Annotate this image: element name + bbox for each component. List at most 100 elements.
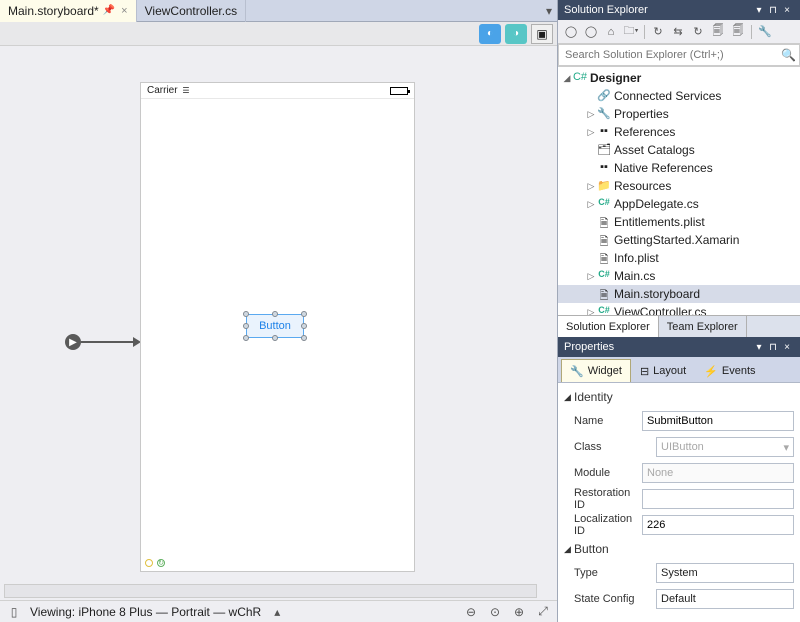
- tree-label: Designer: [590, 71, 641, 85]
- device-content[interactable]: Button: [141, 99, 414, 559]
- module-input[interactable]: [642, 463, 794, 483]
- resize-handle-w[interactable]: [243, 323, 249, 329]
- tree-root[interactable]: ◢C# Designer: [558, 69, 800, 87]
- solution-explorer-header[interactable]: Solution Explorer ▾ ⊓ ×: [558, 0, 800, 20]
- tree-item[interactable]: 🗂Asset Catalogs: [558, 141, 800, 159]
- device-frame[interactable]: Carrier Button ↻: [140, 82, 415, 572]
- tab-solution-explorer[interactable]: Solution Explorer: [558, 316, 659, 337]
- tabs-dropdown-icon[interactable]: ▾: [541, 4, 557, 18]
- resize-handle-ne[interactable]: [301, 311, 307, 317]
- wrench-icon[interactable]: 🔧: [756, 23, 774, 41]
- tab-label: ViewController.cs: [145, 4, 237, 18]
- entry-point-indicator[interactable]: ▶: [65, 334, 141, 350]
- tree-item[interactable]: 🗎Main.storyboard: [558, 285, 800, 303]
- zoom-reset-icon[interactable]: ⊙: [487, 604, 503, 620]
- tree-item[interactable]: 🗎Info.plist: [558, 249, 800, 267]
- tree-item[interactable]: ▷C#ViewController.cs: [558, 303, 800, 315]
- folder-icon: 📁: [596, 179, 612, 193]
- tree-item[interactable]: ▷C#Main.cs: [558, 267, 800, 285]
- pin-icon[interactable]: ⊓: [766, 5, 780, 16]
- tree-label: Main.cs: [614, 269, 655, 283]
- localization-input[interactable]: [642, 515, 794, 535]
- tree-item[interactable]: 🔗Connected Services: [558, 87, 800, 105]
- restoration-input[interactable]: [642, 489, 794, 509]
- preview-icon[interactable]: 🗐: [729, 23, 747, 41]
- horizontal-scrollbar[interactable]: [4, 584, 537, 598]
- forward-icon[interactable]: ◯: [582, 23, 600, 41]
- chevron-up-icon[interactable]: ▴: [269, 604, 285, 620]
- link-icon: 🔗: [596, 89, 612, 103]
- lightning-icon: ⚡: [704, 365, 718, 378]
- tree-item[interactable]: ▷C#AppDelegate.cs: [558, 195, 800, 213]
- resize-handle-se[interactable]: [301, 335, 307, 341]
- resize-handle-e[interactable]: [301, 323, 307, 329]
- tree-label: AppDelegate.cs: [614, 197, 699, 211]
- tree-item[interactable]: ▷▪▪References: [558, 123, 800, 141]
- uibutton-selected[interactable]: Button: [246, 314, 304, 338]
- tree-label: ViewController.cs: [614, 305, 706, 315]
- file-icon: 🗎: [596, 215, 612, 229]
- show-all-icon[interactable]: ↻: [689, 23, 707, 41]
- cycle-dot-icon[interactable]: ↻: [157, 559, 165, 567]
- tab-widget[interactable]: 🔧Widget: [561, 359, 631, 382]
- resize-handle-sw[interactable]: [243, 335, 249, 341]
- panel-title: Properties: [564, 341, 614, 353]
- tree-item[interactable]: 🗎Entitlements.plist: [558, 213, 800, 231]
- tree-item[interactable]: ▪▪Native References: [558, 159, 800, 177]
- resize-handle-s[interactable]: [272, 335, 278, 341]
- collapse-icon[interactable]: ⇆: [669, 23, 687, 41]
- tree-label: GettingStarted.Xamarin: [614, 233, 739, 247]
- solution-tree[interactable]: ◢C# Designer 🔗Connected Services▷🔧Proper…: [558, 67, 800, 315]
- type-select[interactable]: System: [656, 563, 794, 583]
- properties-header[interactable]: Properties ▾ ⊓ ×: [558, 337, 800, 357]
- panel-menu-icon[interactable]: ▾: [752, 5, 766, 16]
- close-icon[interactable]: ×: [121, 5, 127, 17]
- tab-layout[interactable]: ⊟Layout: [631, 359, 695, 382]
- properties-icon[interactable]: 🗐: [709, 23, 727, 41]
- button-text: Button: [259, 320, 291, 332]
- layout-icon: ⊟: [640, 365, 649, 378]
- refresh-button[interactable]: ◑: [505, 24, 527, 44]
- search-input[interactable]: [558, 44, 800, 66]
- right-panels: Solution Explorer ▾ ⊓ × ◯ ◯ ⌂ 🗀▾ ↻ ⇆ ↻ 🗐…: [557, 0, 800, 622]
- tab-events[interactable]: ⚡Events: [695, 359, 764, 382]
- pin-icon[interactable]: 📌: [103, 5, 115, 16]
- stateconfig-select[interactable]: Default: [656, 589, 794, 609]
- close-icon[interactable]: ×: [780, 342, 794, 353]
- section-button[interactable]: ◢Button: [564, 539, 794, 559]
- panel-menu-icon[interactable]: ▾: [752, 342, 766, 353]
- tab-main-storyboard[interactable]: Main.storyboard* 📌 ×: [0, 0, 137, 22]
- csharp-project-icon: C#: [572, 71, 588, 85]
- refresh-icon[interactable]: ↻: [649, 23, 667, 41]
- battery-icon: [390, 87, 408, 95]
- designer-statusbar: ▯ Viewing: iPhone 8 Plus — Portrait — wC…: [0, 600, 557, 622]
- pin-icon[interactable]: ⊓: [766, 342, 780, 353]
- name-input[interactable]: [642, 411, 794, 431]
- row-class: ClassUIButton▾: [574, 435, 794, 459]
- outline-toggle-button[interactable]: ▣: [531, 24, 553, 44]
- tab-team-explorer[interactable]: Team Explorer: [659, 316, 747, 337]
- device-statusbar: Carrier: [141, 83, 414, 99]
- back-icon[interactable]: ◯: [562, 23, 580, 41]
- fit-icon[interactable]: ⤢: [535, 604, 551, 620]
- tree-item[interactable]: 🗎GettingStarted.Xamarin: [558, 231, 800, 249]
- zoom-out-icon[interactable]: ⊖: [463, 604, 479, 620]
- zoom-in-icon[interactable]: ⊕: [511, 604, 527, 620]
- design-viewport[interactable]: ▶ Carrier Button: [0, 46, 557, 600]
- search-icon[interactable]: 🔍: [781, 48, 796, 62]
- warning-dot-icon[interactable]: [145, 559, 153, 567]
- assets-icon: 🗂: [596, 143, 612, 157]
- resize-handle-nw[interactable]: [243, 311, 249, 317]
- row-module: Module: [574, 461, 794, 485]
- close-icon[interactable]: ×: [780, 5, 794, 16]
- tree-item[interactable]: ▷📁Resources: [558, 177, 800, 195]
- section-identity[interactable]: ◢Identity: [564, 387, 794, 407]
- tab-viewcontroller[interactable]: ViewController.cs: [137, 0, 246, 22]
- home-icon[interactable]: ⌂: [602, 23, 620, 41]
- zoom-extents-button[interactable]: ◐: [479, 24, 501, 44]
- class-select[interactable]: UIButton▾: [656, 437, 794, 457]
- resize-handle-n[interactable]: [272, 311, 278, 317]
- sync-icon[interactable]: 🗀▾: [622, 23, 640, 41]
- tree-item[interactable]: ▷🔧Properties: [558, 105, 800, 123]
- chevron-down-icon: ▾: [783, 441, 789, 454]
